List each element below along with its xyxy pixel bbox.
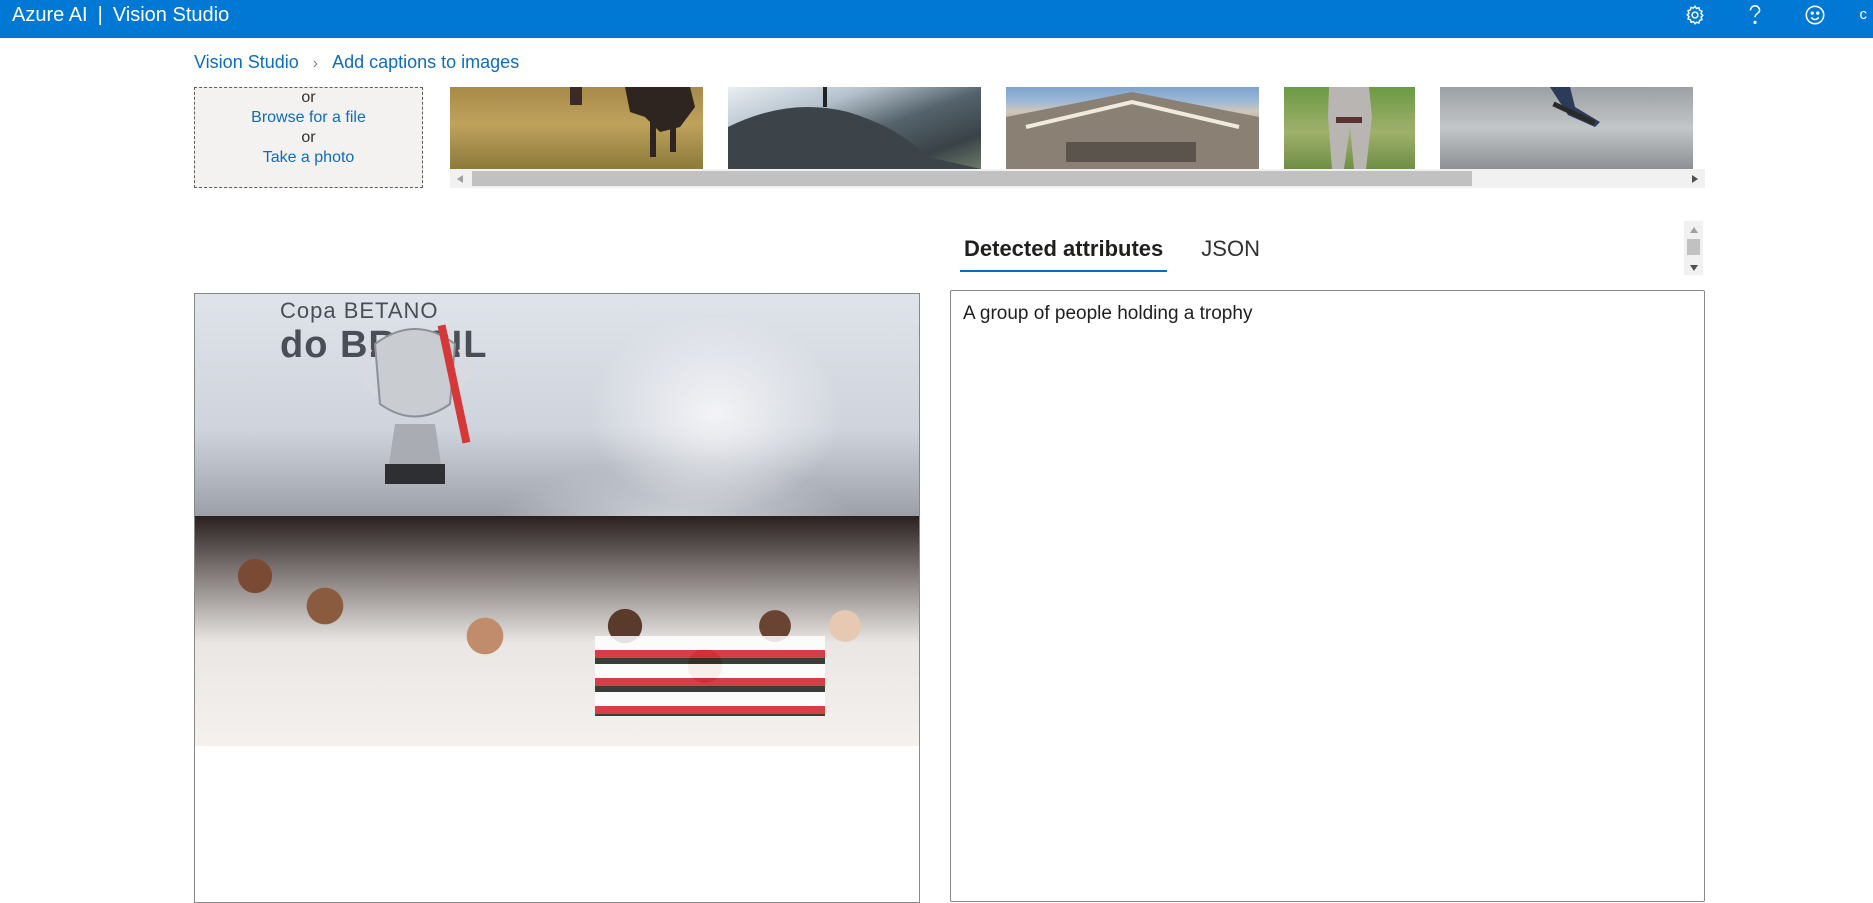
tab-json[interactable]: JSON [1197, 230, 1264, 272]
team-jersey-stripes [595, 636, 825, 716]
result-tabs: Detected attributes JSON [960, 230, 1294, 275]
sample-image-strip [450, 87, 1705, 188]
detected-attributes-panel: A group of people holding a trophy [950, 290, 1705, 902]
sample-thumbnail-skateboard[interactable] [1440, 87, 1693, 169]
breadcrumb-add-captions[interactable]: Add captions to images [332, 52, 519, 72]
breadcrumb: Vision Studio › Add captions to images [194, 52, 519, 73]
skateboard-image [1550, 87, 1600, 127]
brand-name: Azure AI [12, 4, 88, 26]
building-image [1006, 92, 1259, 169]
triangle-left-icon [457, 174, 463, 183]
scroll-up-arrow[interactable] [1684, 223, 1703, 237]
triangle-down-icon [1689, 265, 1698, 271]
scrollbar-thumb[interactable] [472, 171, 1472, 186]
scroll-left-arrow[interactable] [452, 169, 468, 188]
chevron-right-icon: › [312, 55, 319, 72]
browse-file-link[interactable]: Browse for a file [195, 108, 422, 128]
sample-thumbnail-building[interactable] [1006, 87, 1259, 169]
sample-thumbnail-cow[interactable] [450, 87, 703, 169]
account-initial[interactable]: c [1860, 0, 1868, 30]
top-bar: Azure AI | Vision Studio c [0, 0, 1873, 38]
product-name: Vision Studio [112, 4, 230, 26]
app-brand[interactable]: Azure AI | Vision Studio [12, 0, 229, 30]
upload-or-text: or [301, 89, 316, 106]
triangle-up-icon [1689, 227, 1698, 233]
generated-caption: A group of people holding a trophy [963, 303, 1253, 324]
help-button[interactable] [1738, 0, 1772, 30]
upload-or-text: or [301, 129, 316, 146]
scroll-right-arrow[interactable] [1687, 169, 1703, 188]
settings-button[interactable] [1678, 0, 1712, 30]
upload-dropzone[interactable]: or Browse for a file or Take a photo [194, 87, 423, 188]
sample-thumbnail-coast[interactable] [728, 87, 981, 169]
brand-separator: | [97, 4, 103, 26]
smiley-feedback-icon [1805, 5, 1825, 25]
scrollbar-thumb[interactable] [1687, 239, 1700, 255]
feedback-button[interactable] [1798, 0, 1832, 30]
trophy-image [361, 324, 471, 484]
breadcrumb-vision-studio[interactable]: Vision Studio [194, 52, 299, 72]
panel-scrollbar[interactable] [1684, 221, 1703, 275]
analyzed-image-panel: Copa BETANO do BRASIL [194, 293, 920, 903]
cow-image [570, 87, 695, 157]
baseball-image [1328, 87, 1372, 169]
gear-icon [1686, 5, 1704, 25]
analyzed-photo: Copa BETANO do BRASIL [195, 294, 919, 746]
scroll-down-arrow[interactable] [1684, 261, 1703, 275]
sample-thumbnail-baseball[interactable] [1284, 87, 1415, 169]
coast-image [728, 87, 981, 169]
thumbnail-scrollbar[interactable] [450, 169, 1705, 188]
tab-detected-attributes[interactable]: Detected attributes [960, 230, 1168, 272]
triangle-right-icon [1692, 174, 1698, 183]
take-photo-link[interactable]: Take a photo [195, 148, 422, 168]
help-icon [1749, 5, 1761, 24]
